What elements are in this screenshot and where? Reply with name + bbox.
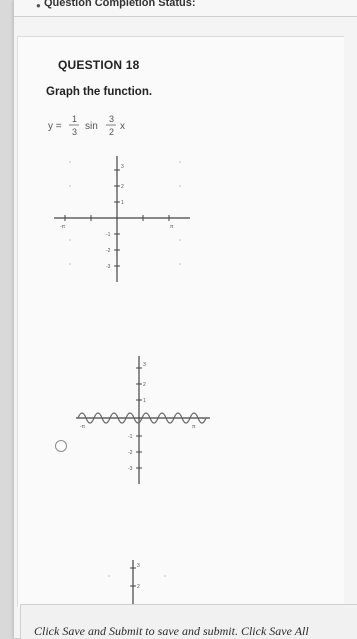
graph-1-y-label-neg1: -1 — [106, 232, 111, 238]
question-title: QUESTION 18 — [58, 58, 140, 72]
graph-2-y-label-3: 3 — [143, 362, 146, 368]
graph-2-y-label-neg1: -1 — [128, 434, 133, 440]
graph-1-grid-dots — [69, 161, 181, 265]
bullet-icon: ● — [36, 1, 41, 10]
question-prompt: Graph the function. — [46, 86, 153, 98]
graph-3-y-label-2: 2 — [137, 584, 140, 590]
func-name: sin — [85, 121, 98, 132]
graph-2-y-label-neg3: -3 — [128, 466, 133, 472]
graph-option-2-radio[interactable] — [55, 440, 67, 452]
arg-denominator: 2 — [109, 127, 114, 137]
footer-instructions: Click Save and Submit to save and submit… — [34, 624, 309, 638]
graph-1-x-label-pi: π — [170, 224, 174, 230]
graph-3-grid-dots — [108, 575, 166, 577]
equation-svg: y = 1 3 sin 3 2 x — [48, 114, 125, 137]
graph-1-y-label-neg3: -3 — [106, 264, 111, 270]
graph-1-y-label-neg2: -2 — [106, 248, 111, 254]
function-equation: y = 1 3 sin 3 2 x — [48, 112, 148, 143]
question-completion-status: Question Completion Status: — [44, 0, 196, 9]
graph-1-y-label-2: 2 — [121, 184, 124, 190]
graph-3-y-label-3: 3 — [137, 563, 140, 569]
graph-2-x-label-pi: π — [192, 424, 196, 430]
graph-option-2[interactable]: 3 2 1 -1 -2 -3 -π π — [72, 350, 217, 490]
graph-1-y-label-1: 1 — [121, 200, 124, 206]
graph-2-x-label-neg-pi: -π — [80, 424, 86, 430]
graph-option-3[interactable]: 3 2 — [105, 556, 175, 606]
graph-1-x-label-neg-pi: -π — [60, 224, 66, 230]
graph-option-1[interactable]: 3 2 1 -1 -2 -3 -π π — [50, 150, 200, 290]
graph-1-y-label-3: 3 — [121, 164, 124, 170]
status-bar: ● Question Completion Status: — [14, 0, 357, 17]
arg-numerator: 3 — [109, 114, 114, 124]
coef-numerator: 1 — [72, 114, 77, 124]
equation-variable: x — [120, 121, 125, 132]
graph-2-y-label-1: 1 — [143, 398, 146, 404]
graph-2-y-label-2: 2 — [143, 382, 146, 388]
graph-2-y-label-neg2: -2 — [128, 450, 133, 456]
equation-lhs: y = — [48, 121, 62, 132]
coef-denominator: 3 — [72, 127, 77, 137]
